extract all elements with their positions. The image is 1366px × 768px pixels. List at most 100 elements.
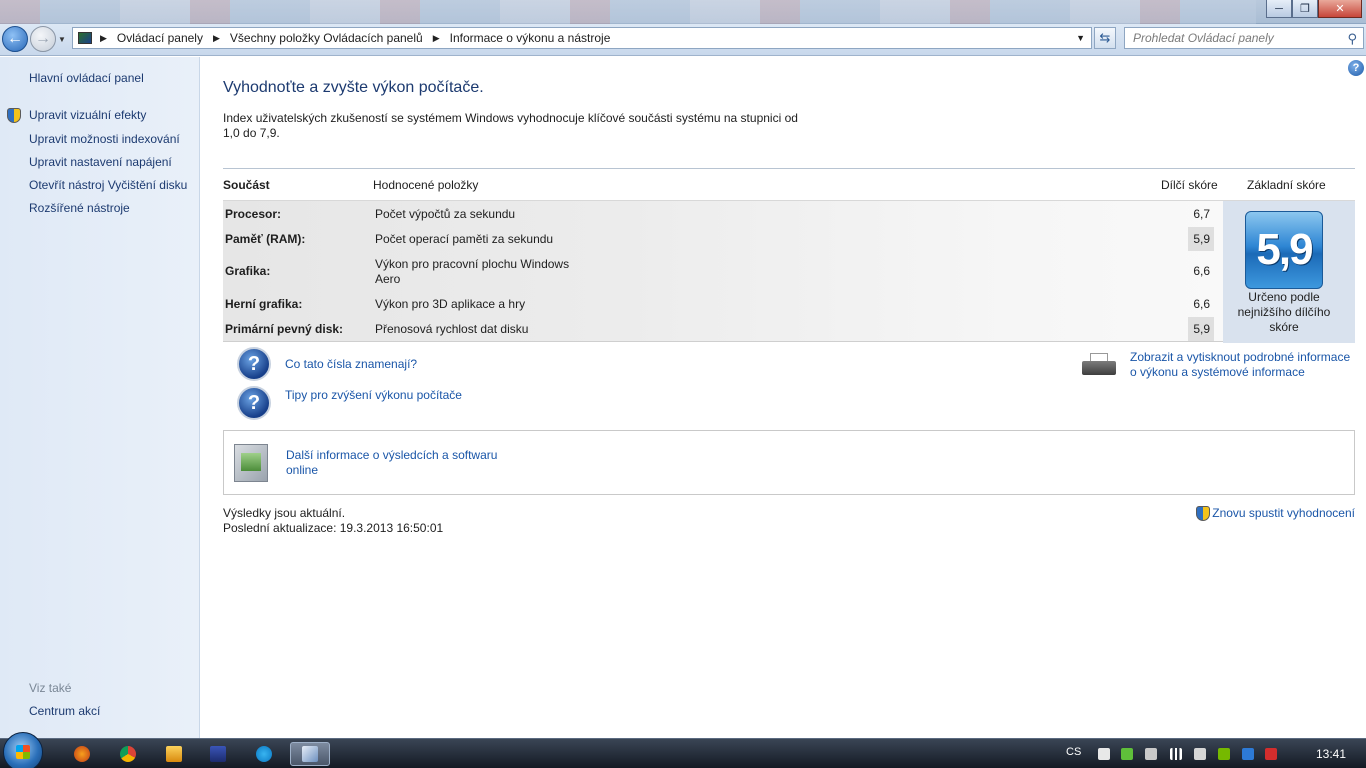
signal-icon[interactable]	[1170, 748, 1182, 760]
taskbar: CS 13:41	[0, 732, 1366, 768]
close-button[interactable]: ✕	[1318, 0, 1362, 18]
title-bar: ─ ❐ ✕	[0, 0, 1366, 24]
address-dropdown-icon[interactable]: ▼	[1076, 33, 1085, 43]
antivirus-icon[interactable]	[1265, 748, 1277, 760]
subscore-value: 6,6	[1193, 264, 1210, 278]
header-base-score: Základní skóre	[1247, 178, 1326, 192]
back-button[interactable]: ←	[2, 26, 28, 52]
minimize-button[interactable]: ─	[1266, 0, 1292, 18]
uac-shield-icon	[1196, 506, 1211, 521]
software-info-icon	[234, 444, 268, 482]
control-panel-icon	[78, 32, 92, 44]
header-component: Součást	[223, 178, 270, 192]
rerun-assessment-link[interactable]: Znovu spustit vyhodnocení	[1196, 506, 1355, 521]
refresh-button[interactable]: ⇆	[1094, 27, 1116, 49]
firefox-icon[interactable]	[62, 742, 102, 766]
breadcrumb-all-items[interactable]: Všechny položky Ovládacích panelů	[230, 31, 423, 45]
sidebar-link-visual-effects[interactable]: Upravit vizuální efekty	[29, 108, 146, 122]
left-task-pane: Hlavní ovládací panel Upravit vizuální e…	[0, 57, 200, 738]
crumb-separator-icon[interactable]: ▶	[213, 33, 220, 44]
arrow-right-icon: →	[35, 30, 51, 47]
header-subscore: Dílčí skóre	[1161, 178, 1218, 192]
address-bar[interactable]: ▶ Ovládací panely ▶ Všechny položky Ovlá…	[72, 27, 1092, 49]
security-icon[interactable]	[1121, 748, 1133, 760]
skype-icon[interactable]	[244, 742, 284, 766]
sidebar-link-disk-cleanup[interactable]: Otevřít nástroj Vyčištění disku	[29, 178, 187, 192]
table-row: Grafika: Výkon pro pracovní plochu Windo…	[223, 251, 1223, 291]
sidebar-home-link[interactable]: Hlavní ovládací panel	[29, 71, 144, 85]
rated-item: Počet operací paměti za sekundu	[375, 232, 554, 246]
nvidia-icon[interactable]	[1218, 748, 1230, 760]
see-also-heading: Viz také	[29, 681, 72, 695]
usb-icon[interactable]	[1145, 748, 1157, 760]
page-description: Index uživatelských zkušeností se systém…	[223, 111, 798, 140]
score-rows: Procesor: Počet výpočtů za sekundu 6,7 P…	[223, 200, 1355, 343]
component-name: Paměť (RAM):	[225, 232, 306, 246]
window-controls: ─ ❐ ✕	[1266, 0, 1362, 18]
sidebar-link-advanced-tools[interactable]: Rozšířené nástroje	[29, 201, 130, 215]
question-icon: ?	[237, 347, 271, 381]
save-icon[interactable]	[198, 742, 238, 766]
uac-shield-icon	[7, 108, 21, 123]
media-player-icon[interactable]	[154, 742, 194, 766]
view-print-details-link[interactable]: Zobrazit a vytisknout podrobné informace…	[1130, 350, 1360, 380]
refresh-icon: ⇆	[1099, 30, 1111, 45]
table-row: Paměť (RAM): Počet operací paměti za sek…	[223, 226, 1223, 251]
what-numbers-mean-link[interactable]: Co tato čísla znamenají?	[285, 357, 417, 372]
table-row: Procesor: Počet výpočtů za sekundu 6,7	[223, 201, 1223, 226]
base-score-caption: Určeno podle nejnižšího dílčího skóre	[1237, 290, 1331, 334]
main-content: ? Vyhodnoťte a zvyšte výkon počítače. In…	[201, 57, 1366, 738]
last-update: Poslední aktualizace: 19.3.2013 16:50:01	[223, 521, 444, 535]
rerun-label: Znovu spustit vyhodnocení	[1212, 506, 1355, 520]
flag-icon[interactable]	[1098, 748, 1110, 760]
subscore-value: 6,6	[1193, 297, 1210, 311]
table-row: Primární pevný disk: Přenosová rychlost …	[223, 316, 1223, 343]
more-info-online-link[interactable]: Další informace o výsledcích a softwaru …	[286, 448, 506, 478]
start-button[interactable]	[3, 732, 43, 768]
maximize-button[interactable]: ❐	[1292, 0, 1318, 18]
language-indicator[interactable]: CS	[1066, 746, 1081, 758]
control-panel-icon[interactable]	[290, 742, 330, 766]
base-score-panel: 5,9 Určeno podle nejnižšího dílčího skór…	[1223, 201, 1355, 343]
header-rated-items: Hodnocené položky	[373, 178, 479, 192]
component-name: Procesor:	[225, 207, 282, 221]
sidebar-link-indexing[interactable]: Upravit možnosti indexování	[29, 132, 180, 146]
subscore-value: 5,9	[1188, 317, 1214, 341]
volume-icon[interactable]	[1194, 748, 1206, 760]
clock[interactable]: 13:41	[1316, 747, 1346, 761]
divider	[223, 168, 1355, 169]
sidebar-link-power[interactable]: Upravit nastavení napájení	[29, 155, 172, 169]
search-input[interactable]: Prohledat Ovládací panely ⚲	[1124, 27, 1364, 49]
search-icon[interactable]: ⚲	[1347, 31, 1357, 47]
component-name: Grafika:	[225, 264, 271, 278]
forward-button[interactable]: →	[30, 26, 56, 52]
table-row: Herní grafika: Výkon pro 3D aplikace a h…	[223, 291, 1223, 316]
breadcrumb-performance[interactable]: Informace o výkonu a nástroje	[450, 31, 611, 45]
malware-icon[interactable]	[1242, 748, 1254, 760]
rated-item: Počet výpočtů za sekundu	[375, 207, 516, 221]
sidebar-link-action-center[interactable]: Centrum akcí	[29, 704, 100, 718]
rated-item: Výkon pro 3D aplikace a hry	[375, 297, 526, 311]
crumb-separator-icon[interactable]: ▶	[100, 33, 107, 44]
breadcrumb-control-panel[interactable]: Ovládací panely	[117, 31, 203, 45]
status-text: Výsledky jsou aktuální. Poslední aktuali…	[223, 506, 443, 536]
score-table: Součást Hodnocené položky Dílčí skóre Zá…	[223, 175, 1355, 343]
subscore-value: 5,9	[1188, 227, 1214, 251]
question-icon: ?	[237, 386, 271, 420]
rated-item: Výkon pro pracovní plochu Windows Aero	[375, 257, 570, 286]
navigation-bar: ← → ▼ ▶ Ovládací panely ▶ Všechny položk…	[0, 24, 1366, 56]
history-dropdown-icon[interactable]: ▼	[58, 35, 66, 44]
printer-icon	[1082, 353, 1116, 379]
help-icon[interactable]: ?	[1348, 60, 1364, 76]
background-browser-tabs	[0, 0, 1256, 24]
chrome-icon[interactable]	[108, 742, 148, 766]
results-current: Výsledky jsou aktuální.	[223, 506, 346, 520]
crumb-separator-icon[interactable]: ▶	[433, 33, 440, 44]
online-info-box: Další informace o výsledcích a softwaru …	[223, 430, 1355, 495]
performance-tips-link[interactable]: Tipy pro zvýšení výkonu počítače	[285, 388, 462, 403]
component-name: Herní grafika:	[225, 297, 303, 311]
subscore-value: 6,7	[1193, 207, 1210, 221]
rated-item: Přenosová rychlost dat disku	[375, 322, 529, 336]
base-score-badge: 5,9	[1245, 211, 1323, 289]
arrow-left-icon: ←	[7, 30, 23, 47]
